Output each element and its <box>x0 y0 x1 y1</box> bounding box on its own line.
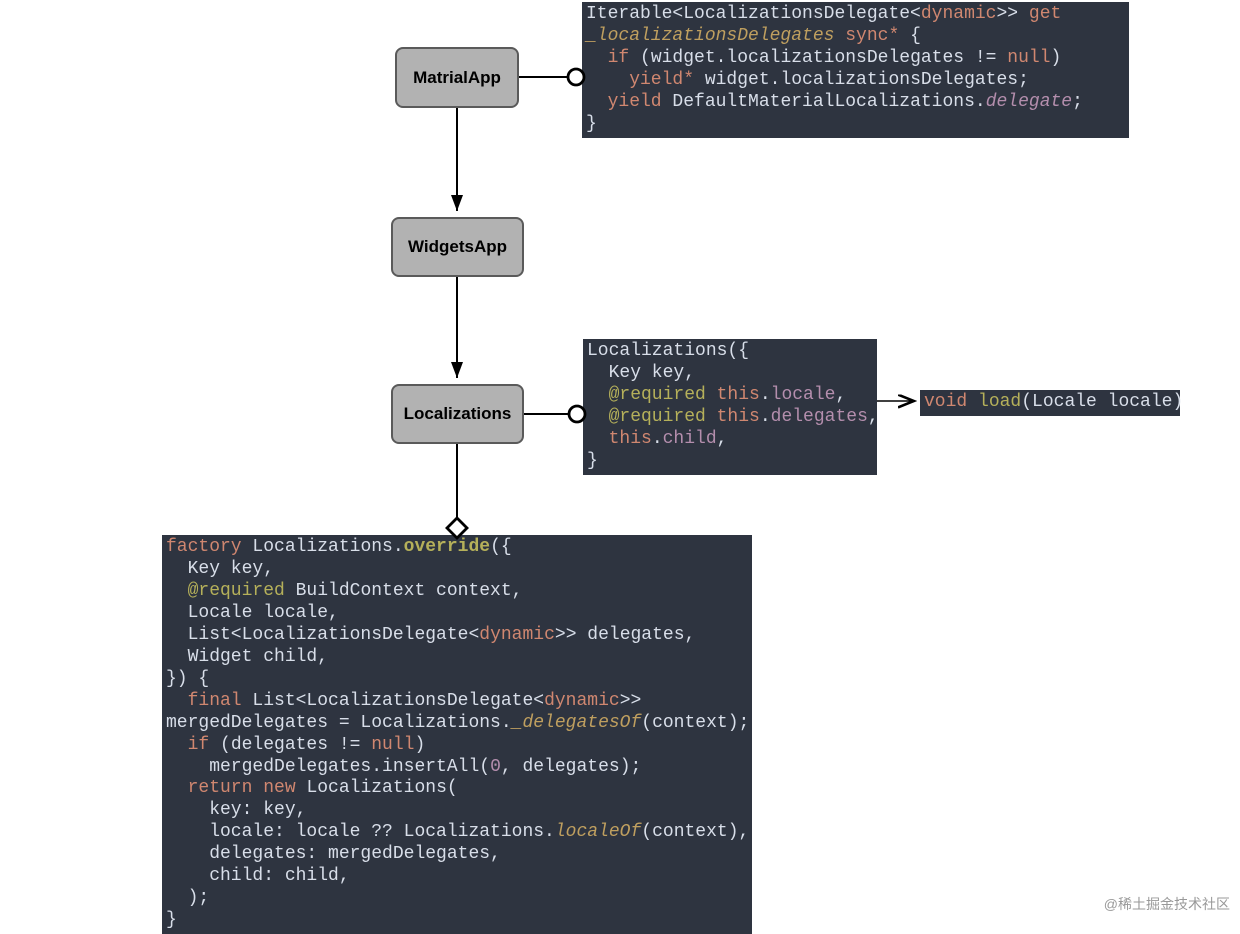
node-material-app: MatrialApp <box>395 47 519 108</box>
node-localizations: Localizations <box>391 384 524 444</box>
node-material-label: MatrialApp <box>413 68 501 88</box>
node-widgets-label: WidgetsApp <box>408 237 507 257</box>
node-localizations-label: Localizations <box>404 404 512 424</box>
node-widgets-app: WidgetsApp <box>391 217 524 277</box>
code-box-delegates: Iterable<LocalizationsDelegate<dynamic>>… <box>582 2 1129 138</box>
code-box-load: void load(Locale locale) <box>920 390 1180 416</box>
code-box-constructor: Localizations({ Key key, @required this.… <box>583 339 877 475</box>
watermark: @稀土掘金技术社区 <box>1104 894 1230 914</box>
code-box-override: factory Localizations.override({ Key key… <box>162 535 752 934</box>
